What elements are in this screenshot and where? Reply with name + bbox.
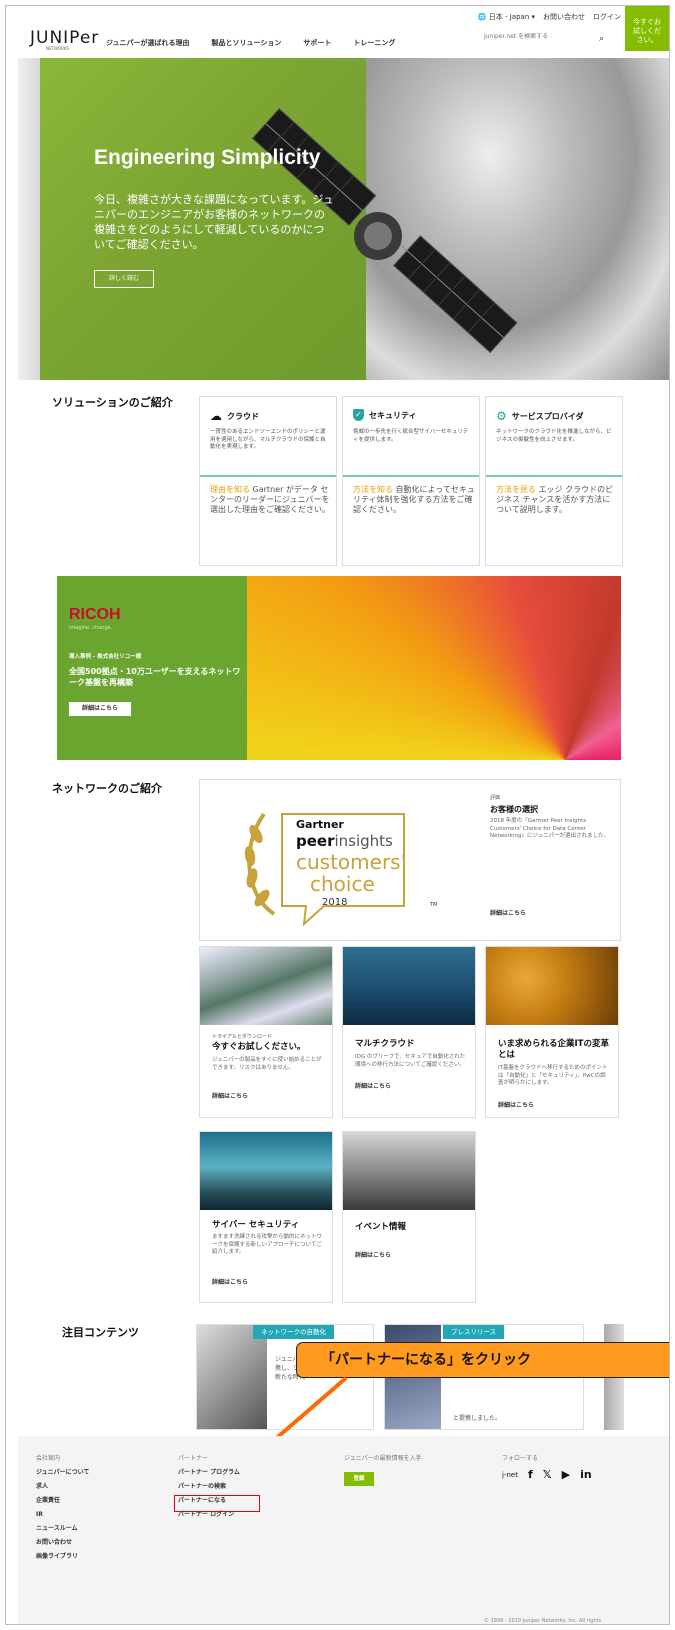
footer-link-partner-program[interactable]: パートナー プログラム: [178, 1466, 240, 1480]
locale-selector[interactable]: 🌐 日本 - Japan ▾: [478, 12, 535, 22]
gear-icon: ⚙: [496, 409, 507, 423]
cyber-details-link[interactable]: 詳細はこちら: [212, 1277, 248, 1286]
main-nav: ジュニパーが選ばれる理由 製品とソリューション サポート トレーニング: [106, 38, 395, 48]
linkedin-icon[interactable]: in: [580, 1468, 592, 1481]
search-input[interactable]: [484, 33, 584, 40]
cloud-learn-link[interactable]: 理由を知る: [210, 485, 250, 494]
footer-newsletter-column: ジュニパーの最新情報を入手: [344, 1455, 422, 1462]
try-now-button[interactable]: 今すぐお 試しくだ さい。: [625, 6, 669, 51]
subscribe-button[interactable]: 登録: [344, 1472, 374, 1486]
site-search: ⌕: [484, 33, 604, 49]
events-details-link[interactable]: 詳細はこちら: [355, 1250, 391, 1259]
multicloud-details-link[interactable]: 詳細はこちら: [355, 1081, 391, 1090]
highlight-become-partner: [174, 1495, 260, 1512]
shield-check-icon: ✓: [353, 409, 364, 421]
solution-card-service-provider[interactable]: ⚙ サービスプロバイダ ネットワークのクラウド化を推進しながら、ビジネスの俊敏性を…: [485, 396, 623, 566]
footer-link-careers[interactable]: 求人: [36, 1480, 89, 1494]
hero-read-more-button[interactable]: 詳しく読む: [94, 270, 154, 288]
security-learn-link[interactable]: 方法を知る: [353, 485, 393, 494]
youtube-icon[interactable]: ▶: [562, 1468, 570, 1481]
login-link[interactable]: ログイン: [593, 12, 621, 22]
nav-support[interactable]: サポート: [303, 38, 331, 48]
fish-school-image: [343, 947, 475, 1025]
nav-training[interactable]: トレーニング: [353, 38, 395, 48]
solution-card-security[interactable]: ✓ セキュリティ 脅威の一歩先を行く統合型サイバーセキュリティを提供します。 方法…: [342, 396, 480, 566]
footer-link-about[interactable]: ジュニパーについて: [36, 1466, 89, 1480]
net-card-multicloud[interactable]: マルチクラウド IDG のブリーフで、セキュアで自動化された環境への移行方法につ…: [342, 946, 476, 1118]
trial-details-link[interactable]: 詳細はこちら: [212, 1091, 248, 1100]
footer-company-column: 会社案内 ジュニパーについて 求人 企業責任 IR ニュースルーム お問い合わせ…: [36, 1452, 89, 1564]
footer-link-ir[interactable]: IR: [36, 1508, 89, 1522]
nav-products[interactable]: 製品とソリューション: [212, 38, 282, 48]
audience-image: [343, 1132, 475, 1210]
twitter-icon[interactable]: 𝕏: [543, 1468, 552, 1481]
facebook-icon[interactable]: f: [528, 1468, 533, 1481]
site-footer: 会社案内 ジュニパーについて 求人 企業責任 IR ニュースルーム お問い合わせ…: [18, 1436, 669, 1624]
cloud-icon: ☁: [210, 409, 222, 423]
honeycomb-image: [486, 947, 618, 1025]
network-heading: ネットワークのご紹介: [52, 782, 162, 795]
featured-heading: 注目コンテンツ: [62, 1326, 139, 1339]
gartner-details-link[interactable]: 詳細はこちら: [490, 908, 526, 917]
net-card-trial[interactable]: トライアルとダウンロード 今すぐお試しください。 ジュニパーの製品をすぐに使い始…: [199, 946, 333, 1118]
jnet-link[interactable]: j-net: [502, 1471, 518, 1479]
hero-body: 今日、複雑さが大きな課題になっています。ジュニパーのエンジニアがお客様のネットワ…: [94, 193, 334, 251]
footer-link-find-partner[interactable]: パートナーの検索: [178, 1480, 240, 1494]
solutions-heading: ソリューションのご紹介: [52, 396, 173, 409]
sp-learn-link[interactable]: 方法を見る: [496, 485, 536, 494]
footer-link-image-library[interactable]: 画像ライブラリ: [36, 1550, 89, 1564]
footer-link-csr[interactable]: 企業責任: [36, 1494, 89, 1508]
search-icon[interactable]: ⌕: [599, 34, 604, 44]
social-links: j-net f 𝕏 ▶ in: [502, 1468, 592, 1481]
net-card-cyber-security[interactable]: サイバー セキュリティ ますます洗練される攻撃から動的にネットワークを保護する新…: [199, 1131, 333, 1303]
solution-card-cloud[interactable]: ☁ クラウド 一貫性のあるエンドツーエンドのポリシーと運用を適用しながら、マルチク…: [199, 396, 337, 566]
hero-title: Engineering Simplicity: [94, 146, 321, 169]
color-fan-image: [247, 576, 621, 760]
net-card-events[interactable]: イベント情報 詳細はこちら: [342, 1131, 476, 1303]
nav-why-juniper[interactable]: ジュニパーが選ばれる理由: [106, 38, 190, 48]
footer-follow-column: フォローする: [502, 1455, 539, 1462]
browser-viewport: 🌐 日本 - Japan ▾ お問い合わせ ログイン 今すぐお 試しくだ さい。…: [5, 5, 670, 1625]
instruction-callout: 「パートナーになる」をクリック: [296, 1342, 669, 1378]
it-details-link[interactable]: 詳細はこちら: [498, 1100, 534, 1109]
ricoh-case-banner: RICOH imagine. change. 導入事例 - 株式会社リコー様 全…: [57, 576, 621, 760]
fisherman-image: [200, 1132, 332, 1210]
footer-link-newsroom[interactable]: ニュースルーム: [36, 1522, 89, 1536]
copyright-text: © 1999 - 2019 Juniper Networks, Inc. All…: [484, 1618, 602, 1624]
trial-image: [200, 947, 332, 1025]
utility-bar: 🌐 日本 - Japan ▾ お問い合わせ ログイン: [6, 6, 669, 24]
gartner-card[interactable]: Gartner peerinsights customers' choice 2…: [199, 779, 621, 941]
juniper-logo[interactable]: JUNIPer NETWORKS: [30, 28, 99, 51]
contact-link[interactable]: お問い合わせ: [543, 12, 585, 22]
footer-link-contact[interactable]: お問い合わせ: [36, 1536, 89, 1550]
ricoh-logo: RICOH: [69, 606, 121, 623]
net-card-it-transformation[interactable]: いま求められる企業ITの変革とは IT基盤をクラウドへ移行するためのポイントは「…: [485, 946, 619, 1118]
hero-banner: Engineering Simplicity 今日、複雑さが大きな課題になってい…: [18, 58, 669, 380]
ricoh-details-button[interactable]: 詳細はこちら: [69, 702, 131, 716]
